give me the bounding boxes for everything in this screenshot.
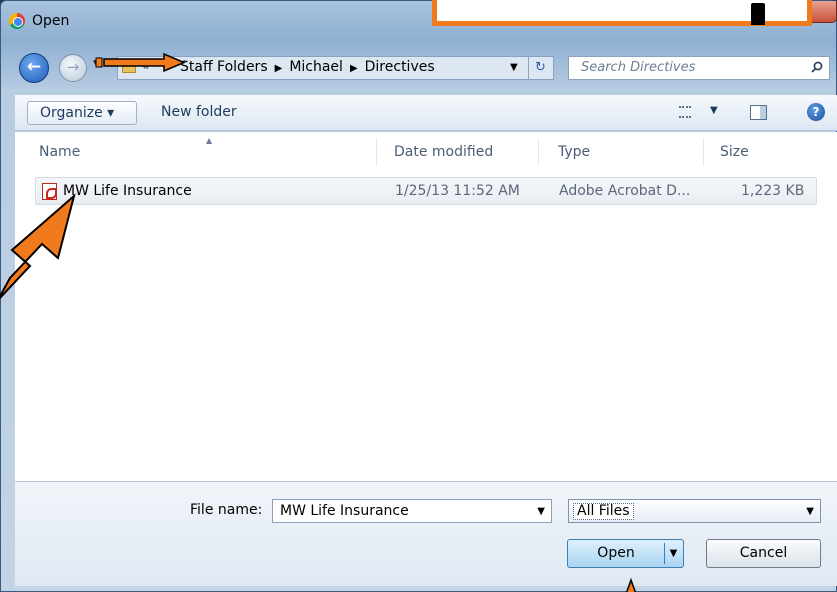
file-name-value: MW Life Insurance [280,503,409,519]
address-dropdown-icon[interactable]: ▼ [510,62,518,73]
search-input[interactable]: Search Directives [568,56,830,80]
back-arrow-icon[interactable]: ← [19,53,49,83]
refresh-icon[interactable]: ↻ [528,57,552,79]
help-icon[interactable]: ? [807,103,825,121]
breadcrumb-overflow[interactable]: « [142,59,149,73]
chrome-icon [9,13,25,29]
breadcrumb: Staff Folders ▶ Michael ▶ Directives [180,59,435,75]
column-divider[interactable] [703,138,704,166]
file-name-input[interactable]: MW Life Insurance ▼ [272,499,552,523]
file-name-label: File name: [190,502,263,518]
dialog-footer: File name: MW Life Insurance ▼ All Files… [15,481,837,586]
file-row[interactable]: MW Life Insurance 1/25/13 11:52 AM Adobe… [35,177,817,205]
search-icon[interactable] [811,61,823,73]
column-header-size[interactable]: Size [720,144,749,160]
folder-icon [122,62,136,73]
open-dialog: Open ← → ▼ « Staff Folders ▶ Michael ▶ Direc… [0,0,837,592]
file-name: MW Life Insurance [63,183,192,199]
cancel-button[interactable]: Cancel [706,539,821,568]
open-button[interactable]: Open ▼ [567,539,684,568]
column-headers: ▲ Name Date modified Type Size [15,132,837,172]
preview-pane-icon[interactable] [750,105,767,120]
file-type-value: All Files [573,503,634,520]
open-button-label: Open [597,545,635,561]
search-placeholder: Search Directives [581,60,696,75]
breadcrumb-separator-icon[interactable]: ▶ [350,63,358,74]
file-type-dropdown-icon[interactable]: ▼ [806,506,814,517]
breadcrumb-directives[interactable]: Directives [365,59,435,75]
file-name-dropdown-icon[interactable]: ▼ [537,506,545,517]
column-header-date-modified[interactable]: Date modified [394,144,493,160]
command-bar: Organize ▾ New folder ▼ ? [15,95,837,131]
dialog-title: Open [32,13,70,29]
column-header-name[interactable]: Name [39,144,80,160]
views-dropdown-icon[interactable]: ▼ [710,105,718,116]
column-header-type[interactable]: Type [558,144,590,160]
pdf-icon [42,183,57,200]
annotation-callout [432,0,812,26]
file-list: ▲ Name Date modified Type Size MW Life I… [15,132,837,481]
file-size: 1,223 KB [741,183,805,199]
navigation-bar: ← → ▼ « Staff Folders ▶ Michael ▶ Directives… [1,47,837,89]
new-folder-button[interactable]: New folder [161,101,237,125]
file-type: Adobe Acrobat D... [559,183,691,199]
breadcrumb-staff-folders[interactable]: Staff Folders [180,59,268,75]
breadcrumb-michael[interactable]: Michael [289,59,343,75]
file-type-select[interactable]: All Files ▼ [568,499,821,523]
sort-indicator-icon: ▲ [206,136,213,145]
recent-locations-dropdown-icon[interactable]: ▼ [93,59,100,69]
column-divider[interactable] [538,138,539,166]
file-date-modified: 1/25/13 11:52 AM [395,183,520,199]
callout-text-fragment [751,3,765,25]
column-divider[interactable] [376,138,377,166]
forward-arrow-icon[interactable]: → [59,54,87,82]
open-options-dropdown-icon[interactable]: ▼ [664,543,682,564]
address-bar[interactable]: « Staff Folders ▶ Michael ▶ Directives ▼ ↻ [117,56,554,80]
breadcrumb-separator-icon[interactable]: ▶ [275,63,283,74]
views-icon[interactable] [679,106,691,118]
organize-button[interactable]: Organize ▾ [27,101,137,125]
